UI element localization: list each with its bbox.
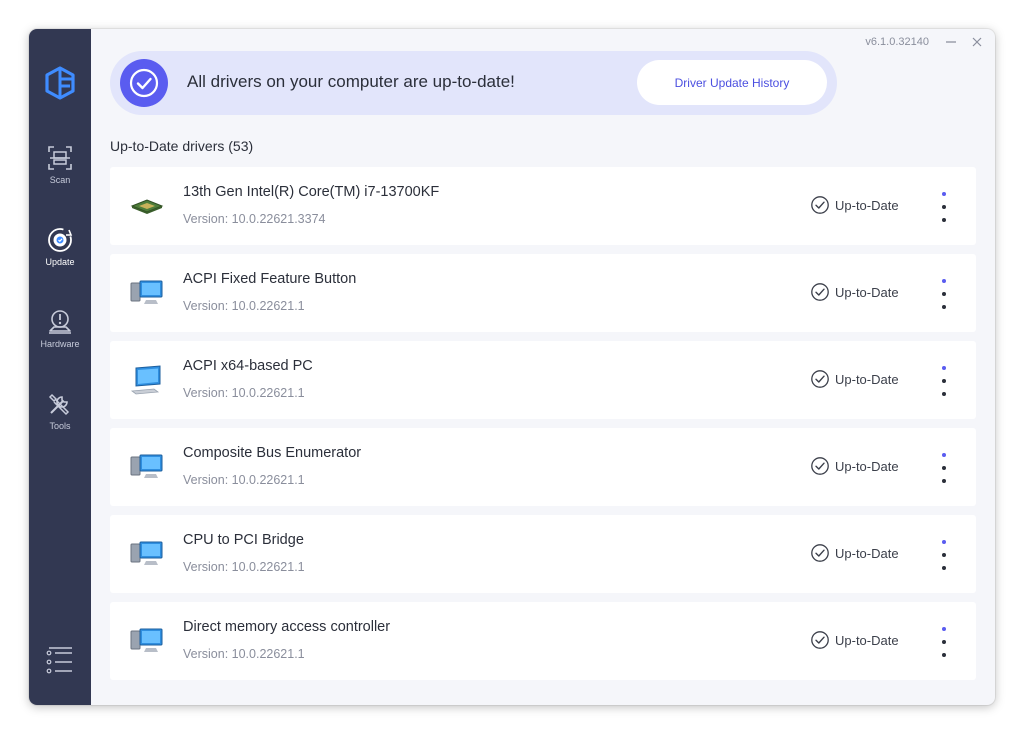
- cpu-chip-icon: [128, 189, 166, 223]
- more-dot: [942, 566, 946, 570]
- driver-row[interactable]: Direct memory access controller Version: …: [110, 602, 976, 680]
- status-badge: Up-to-Date: [810, 456, 899, 476]
- more-dots-icon: [942, 627, 946, 631]
- more-dot: [942, 379, 946, 383]
- driver-version: Version: 10.0.22621.1: [183, 560, 305, 574]
- more-options-button[interactable]: [932, 624, 956, 660]
- hardware-icon: [49, 310, 71, 334]
- monitor-icon: [128, 363, 166, 397]
- more-dots-icon: [942, 453, 946, 457]
- check-circle-icon: [811, 544, 829, 562]
- status-badge: Up-to-Date: [810, 543, 899, 563]
- more-dot: [942, 553, 946, 557]
- computer-system-icon: [128, 537, 166, 571]
- status-badge: Up-to-Date: [810, 195, 899, 215]
- main-content: v6.1.0.32140 All drivers on your compute…: [91, 29, 995, 705]
- driver-name: CPU to PCI Bridge: [183, 532, 304, 548]
- sidebar-item-label: Update: [45, 257, 75, 267]
- more-options-button[interactable]: [932, 363, 956, 399]
- status-badge: Up-to-Date: [810, 369, 899, 389]
- app-version: v6.1.0.32140: [865, 36, 929, 48]
- check-circle-icon: [811, 283, 829, 301]
- status-label: Up-to-Date: [835, 197, 899, 213]
- sidebar-item-hardware[interactable]: Hardware: [29, 303, 91, 373]
- more-options-button[interactable]: [932, 450, 956, 486]
- computer-system-icon: [128, 624, 166, 658]
- more-dot: [942, 479, 946, 483]
- driver-row[interactable]: Composite Bus Enumerator Version: 10.0.22…: [110, 428, 976, 506]
- sidebar-item-label: Hardware: [40, 339, 80, 349]
- sidebar-item-tools[interactable]: Tools: [29, 385, 91, 455]
- app-logo-icon: [45, 66, 75, 100]
- driver-row[interactable]: 13th Gen Intel(R) Core(TM) i7-13700KF Ver…: [110, 167, 976, 245]
- more-dot: [942, 392, 946, 396]
- more-dot: [942, 218, 946, 222]
- status-message: All drivers on your computer are up-to-d…: [187, 72, 515, 91]
- driver-row[interactable]: CPU to PCI Bridge Version: 10.0.22621.1 Up…: [110, 515, 976, 593]
- close-icon: [972, 37, 982, 47]
- minimize-icon: [946, 41, 956, 43]
- status-check-badge: [120, 59, 168, 107]
- check-circle-icon: [811, 370, 829, 388]
- driver-version: Version: 10.0.22621.1: [183, 386, 305, 400]
- more-options-button[interactable]: [932, 537, 956, 573]
- driver-name: Direct memory access controller: [183, 619, 391, 635]
- check-circle-icon: [129, 68, 159, 98]
- more-dots-icon: [942, 366, 946, 370]
- sidebar-item-update[interactable]: Update: [29, 221, 91, 291]
- computer-system-icon: [128, 450, 166, 484]
- tools-icon: [48, 393, 70, 416]
- status-label: Up-to-Date: [835, 458, 899, 474]
- section-title: Up-to-Date drivers (53): [110, 138, 254, 154]
- scan-icon: [48, 146, 72, 170]
- driver-row[interactable]: ACPI x64-based PC Version: 10.0.22621.1 Up…: [110, 341, 976, 419]
- more-options-button[interactable]: [932, 189, 956, 225]
- computer-system-icon: [128, 276, 166, 310]
- more-dots-icon: [942, 279, 946, 283]
- status-label: Up-to-Date: [835, 371, 899, 387]
- app-window: Scan Update Hardware Tools v6.1.0.32140 …: [29, 29, 995, 705]
- more-dot: [942, 640, 946, 644]
- driver-version: Version: 10.0.22621.1: [183, 473, 305, 487]
- more-dots-icon: [942, 192, 946, 196]
- check-circle-icon: [811, 457, 829, 475]
- update-icon: [48, 228, 73, 252]
- sidebar-item-label: Tools: [49, 421, 71, 431]
- sidebar-item-label: Scan: [49, 175, 71, 185]
- sidebar-item-scan[interactable]: Scan: [29, 139, 91, 209]
- sidebar: Scan Update Hardware Tools: [29, 29, 91, 705]
- driver-row[interactable]: ACPI Fixed Feature Button Version: 10.0.2…: [110, 254, 976, 332]
- driver-update-history-button[interactable]: Driver Update History: [637, 60, 827, 105]
- menu-list-icon[interactable]: [45, 647, 75, 677]
- driver-name: 13th Gen Intel(R) Core(TM) i7-13700KF: [183, 184, 440, 200]
- driver-version: Version: 10.0.22621.1: [183, 647, 305, 661]
- more-dots-icon: [942, 540, 946, 544]
- driver-name: ACPI Fixed Feature Button: [183, 271, 357, 287]
- status-banner: All drivers on your computer are up-to-d…: [110, 51, 837, 115]
- minimize-button[interactable]: [939, 31, 963, 53]
- more-dot: [942, 292, 946, 296]
- status-badge: Up-to-Date: [810, 630, 899, 650]
- driver-list: 13th Gen Intel(R) Core(TM) i7-13700KF Ver…: [110, 167, 976, 705]
- status-badge: Up-to-Date: [810, 282, 899, 302]
- check-circle-icon: [811, 196, 829, 214]
- close-button[interactable]: [965, 31, 989, 53]
- more-dot: [942, 466, 946, 470]
- more-options-button[interactable]: [932, 276, 956, 312]
- driver-name: ACPI x64-based PC: [183, 358, 313, 374]
- more-dot: [942, 305, 946, 309]
- more-dot: [942, 205, 946, 209]
- driver-version: Version: 10.0.22621.3374: [183, 212, 326, 226]
- driver-name: Composite Bus Enumerator: [183, 445, 362, 461]
- status-label: Up-to-Date: [835, 632, 899, 648]
- status-label: Up-to-Date: [835, 545, 899, 561]
- check-circle-icon: [811, 631, 829, 649]
- status-label: Up-to-Date: [835, 284, 899, 300]
- more-dot: [942, 653, 946, 657]
- driver-version: Version: 10.0.22621.1: [183, 299, 305, 313]
